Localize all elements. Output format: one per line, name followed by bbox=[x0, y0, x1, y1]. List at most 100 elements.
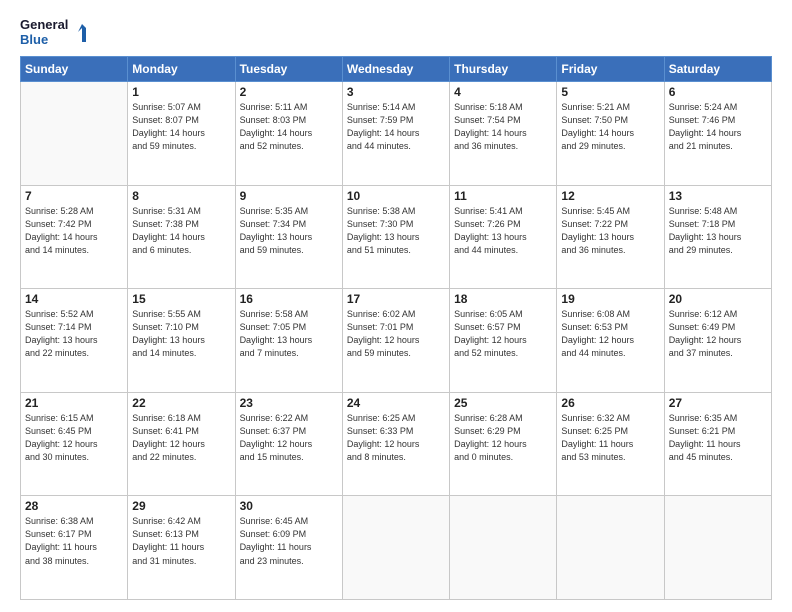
logo: General Blue bbox=[20, 18, 92, 48]
day-info: Sunrise: 6:05 AM Sunset: 6:57 PM Dayligh… bbox=[454, 308, 552, 360]
calendar-cell: 17Sunrise: 6:02 AM Sunset: 7:01 PM Dayli… bbox=[342, 289, 449, 393]
day-number: 13 bbox=[669, 189, 767, 203]
day-info: Sunrise: 5:45 AM Sunset: 7:22 PM Dayligh… bbox=[561, 205, 659, 257]
day-info: Sunrise: 6:15 AM Sunset: 6:45 PM Dayligh… bbox=[25, 412, 123, 464]
calendar-cell: 8 Sunrise: 5:31 AM Sunset: 7:38 PM Daylig… bbox=[128, 185, 235, 289]
day-info: Sunrise: 6:28 AM Sunset: 6:29 PM Dayligh… bbox=[454, 412, 552, 464]
day-info: Sunrise: 6:25 AM Sunset: 6:33 PM Dayligh… bbox=[347, 412, 445, 464]
page: General Blue SundayMondayTuesdayWednesda… bbox=[0, 0, 792, 612]
day-number: 15 bbox=[132, 292, 230, 306]
calendar-cell bbox=[342, 496, 449, 600]
day-number: 24 bbox=[347, 396, 445, 410]
day-number: 27 bbox=[669, 396, 767, 410]
day-info: Sunrise: 5:11 AM Sunset: 8:03 PM Dayligh… bbox=[240, 101, 338, 153]
calendar-cell: 11 Sunrise: 5:41 AM Sunset: 7:26 PM Dayli… bbox=[450, 185, 557, 289]
calendar-cell: 7Sunrise: 5:28 AM Sunset: 7:42 PM Daylig… bbox=[21, 185, 128, 289]
day-number: 6 bbox=[669, 85, 767, 99]
day-number: 25 bbox=[454, 396, 552, 410]
day-number: 1 bbox=[132, 85, 230, 99]
day-number: 14 bbox=[25, 292, 123, 306]
day-info: Sunrise: 6:45 AM Sunset: 6:09 PM Dayligh… bbox=[240, 515, 338, 567]
calendar-cell: 22 Sunrise: 6:18 AM Sunset: 6:41 PM Dayli… bbox=[128, 392, 235, 496]
calendar-cell: 13 Sunrise: 5:48 AM Sunset: 7:18 PM Dayli… bbox=[664, 185, 771, 289]
day-info: Sunrise: 6:32 AM Sunset: 6:25 PM Dayligh… bbox=[561, 412, 659, 464]
calendar-cell: 19 Sunrise: 6:08 AM Sunset: 6:53 PM Dayli… bbox=[557, 289, 664, 393]
calendar-cell: 25 Sunrise: 6:28 AM Sunset: 6:29 PM Dayli… bbox=[450, 392, 557, 496]
day-number: 21 bbox=[25, 396, 123, 410]
day-number: 10 bbox=[347, 189, 445, 203]
calendar-cell: 15 Sunrise: 5:55 AM Sunset: 7:10 PM Dayli… bbox=[128, 289, 235, 393]
calendar-week-4: 28 Sunrise: 6:38 AM Sunset: 6:17 PM Dayli… bbox=[21, 496, 772, 600]
day-info: Sunrise: 5:52 AM Sunset: 7:14 PM Dayligh… bbox=[25, 308, 123, 360]
calendar-cell: 1 Sunrise: 5:07 AM Sunset: 8:07 PM Daylig… bbox=[128, 81, 235, 185]
day-number: 28 bbox=[25, 499, 123, 513]
calendar-week-2: 14 Sunrise: 5:52 AM Sunset: 7:14 PM Dayli… bbox=[21, 289, 772, 393]
day-number: 7 bbox=[25, 189, 123, 203]
day-number: 29 bbox=[132, 499, 230, 513]
day-info: Sunrise: 5:07 AM Sunset: 8:07 PM Dayligh… bbox=[132, 101, 230, 153]
calendar-cell: 5 Sunrise: 5:21 AM Sunset: 7:50 PM Daylig… bbox=[557, 81, 664, 185]
day-number: 2 bbox=[240, 85, 338, 99]
day-number: 5 bbox=[561, 85, 659, 99]
calendar-cell: 20 Sunrise: 6:12 AM Sunset: 6:49 PM Dayli… bbox=[664, 289, 771, 393]
calendar-cell: 3 Sunrise: 5:14 AM Sunset: 7:59 PM Daylig… bbox=[342, 81, 449, 185]
calendar-cell: 29Sunrise: 6:42 AM Sunset: 6:13 PM Dayli… bbox=[128, 496, 235, 600]
day-number: 3 bbox=[347, 85, 445, 99]
calendar-cell: 6 Sunrise: 5:24 AM Sunset: 7:46 PM Daylig… bbox=[664, 81, 771, 185]
weekday-header-sunday: Sunday bbox=[21, 56, 128, 81]
logo-flag-icon bbox=[70, 22, 92, 44]
day-number: 18 bbox=[454, 292, 552, 306]
day-info: Sunrise: 5:48 AM Sunset: 7:18 PM Dayligh… bbox=[669, 205, 767, 257]
calendar-cell: 30 Sunrise: 6:45 AM Sunset: 6:09 PM Dayli… bbox=[235, 496, 342, 600]
weekday-header-thursday: Thursday bbox=[450, 56, 557, 81]
day-number: 4 bbox=[454, 85, 552, 99]
day-number: 22 bbox=[132, 396, 230, 410]
calendar-cell bbox=[557, 496, 664, 600]
calendar-cell: 16Sunrise: 5:58 AM Sunset: 7:05 PM Dayli… bbox=[235, 289, 342, 393]
day-number: 12 bbox=[561, 189, 659, 203]
day-number: 16 bbox=[240, 292, 338, 306]
day-info: Sunrise: 6:18 AM Sunset: 6:41 PM Dayligh… bbox=[132, 412, 230, 464]
weekday-header-saturday: Saturday bbox=[664, 56, 771, 81]
day-number: 30 bbox=[240, 499, 338, 513]
day-info: Sunrise: 5:38 AM Sunset: 7:30 PM Dayligh… bbox=[347, 205, 445, 257]
calendar-table: SundayMondayTuesdayWednesdayThursdayFrid… bbox=[20, 56, 772, 600]
day-number: 19 bbox=[561, 292, 659, 306]
day-info: Sunrise: 5:31 AM Sunset: 7:38 PM Dayligh… bbox=[132, 205, 230, 257]
calendar-cell: 23Sunrise: 6:22 AM Sunset: 6:37 PM Dayli… bbox=[235, 392, 342, 496]
logo-general: General bbox=[20, 18, 68, 33]
calendar-cell bbox=[664, 496, 771, 600]
calendar-cell bbox=[450, 496, 557, 600]
day-number: 8 bbox=[132, 189, 230, 203]
calendar-cell: 12 Sunrise: 5:45 AM Sunset: 7:22 PM Dayli… bbox=[557, 185, 664, 289]
day-info: Sunrise: 6:08 AM Sunset: 6:53 PM Dayligh… bbox=[561, 308, 659, 360]
day-number: 11 bbox=[454, 189, 552, 203]
day-info: Sunrise: 6:12 AM Sunset: 6:49 PM Dayligh… bbox=[669, 308, 767, 360]
weekday-row: SundayMondayTuesdayWednesdayThursdayFrid… bbox=[21, 56, 772, 81]
logo-blue: Blue bbox=[20, 33, 48, 48]
calendar-cell: 18 Sunrise: 6:05 AM Sunset: 6:57 PM Dayli… bbox=[450, 289, 557, 393]
calendar-cell: 24 Sunrise: 6:25 AM Sunset: 6:33 PM Dayli… bbox=[342, 392, 449, 496]
calendar-cell: 27Sunrise: 6:35 AM Sunset: 6:21 PM Dayli… bbox=[664, 392, 771, 496]
day-info: Sunrise: 5:24 AM Sunset: 7:46 PM Dayligh… bbox=[669, 101, 767, 153]
calendar-cell: 26 Sunrise: 6:32 AM Sunset: 6:25 PM Dayli… bbox=[557, 392, 664, 496]
day-info: Sunrise: 6:38 AM Sunset: 6:17 PM Dayligh… bbox=[25, 515, 123, 567]
day-info: Sunrise: 5:18 AM Sunset: 7:54 PM Dayligh… bbox=[454, 101, 552, 153]
calendar-week-3: 21 Sunrise: 6:15 AM Sunset: 6:45 PM Dayli… bbox=[21, 392, 772, 496]
calendar-cell: 10 Sunrise: 5:38 AM Sunset: 7:30 PM Dayli… bbox=[342, 185, 449, 289]
header: General Blue bbox=[20, 18, 772, 48]
calendar-cell: 2 Sunrise: 5:11 AM Sunset: 8:03 PM Daylig… bbox=[235, 81, 342, 185]
day-info: Sunrise: 5:14 AM Sunset: 7:59 PM Dayligh… bbox=[347, 101, 445, 153]
day-info: Sunrise: 5:21 AM Sunset: 7:50 PM Dayligh… bbox=[561, 101, 659, 153]
weekday-header-friday: Friday bbox=[557, 56, 664, 81]
weekday-header-wednesday: Wednesday bbox=[342, 56, 449, 81]
day-number: 26 bbox=[561, 396, 659, 410]
calendar-cell: 21 Sunrise: 6:15 AM Sunset: 6:45 PM Dayli… bbox=[21, 392, 128, 496]
day-number: 17 bbox=[347, 292, 445, 306]
calendar-cell: 14 Sunrise: 5:52 AM Sunset: 7:14 PM Dayli… bbox=[21, 289, 128, 393]
calendar-week-0: 1 Sunrise: 5:07 AM Sunset: 8:07 PM Daylig… bbox=[21, 81, 772, 185]
day-info: Sunrise: 5:55 AM Sunset: 7:10 PM Dayligh… bbox=[132, 308, 230, 360]
day-info: Sunrise: 5:41 AM Sunset: 7:26 PM Dayligh… bbox=[454, 205, 552, 257]
weekday-header-monday: Monday bbox=[128, 56, 235, 81]
day-number: 20 bbox=[669, 292, 767, 306]
